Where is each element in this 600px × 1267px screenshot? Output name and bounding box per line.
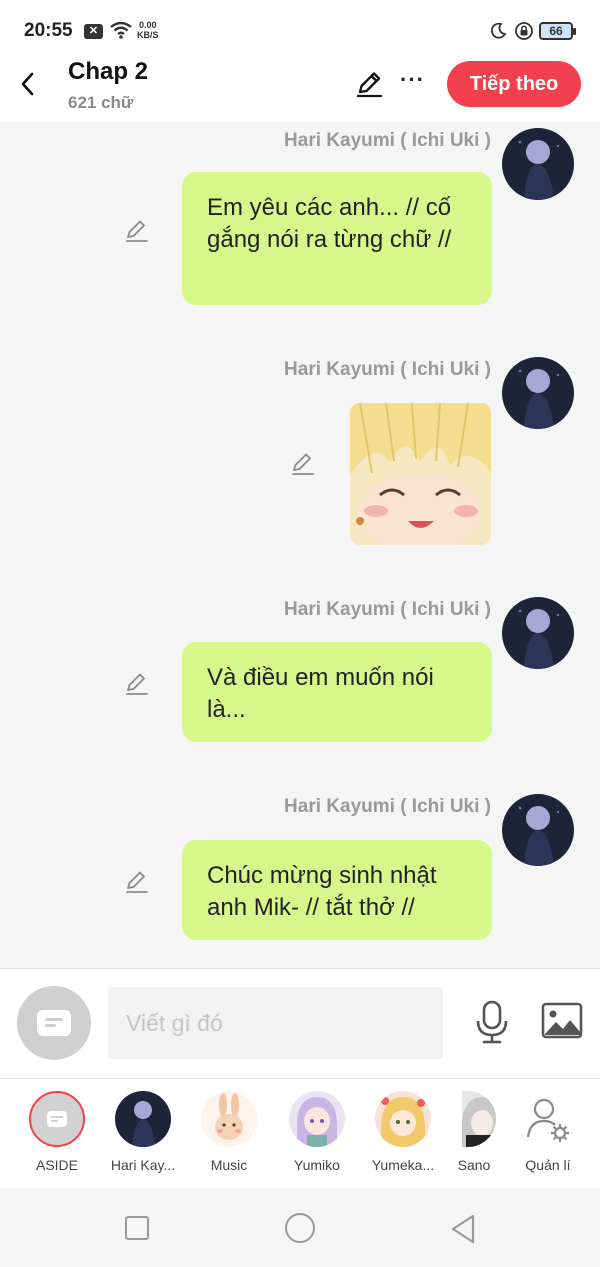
aside-character-avatar (29, 1091, 85, 1147)
battery-indicator: 66 (539, 22, 576, 40)
bunny-avatar-image (201, 1091, 257, 1147)
next-chapter-button[interactable]: Tiếp theo (447, 61, 581, 107)
avatar[interactable] (502, 357, 574, 429)
character-yumeka[interactable]: Yumeka... (360, 1091, 446, 1173)
aside-card-icon (47, 1111, 67, 1127)
character-avatar-image (502, 128, 574, 200)
aside-toggle-button[interactable] (17, 986, 91, 1060)
edit-message-icon[interactable] (124, 218, 150, 244)
character-music[interactable]: Music (186, 1091, 272, 1173)
chapter-header: Chap 2 621 chữ ··· Tiếp theo (0, 52, 600, 122)
character-avatar (375, 1091, 431, 1147)
character-label: Music (210, 1157, 248, 1173)
character-hari-kayumi[interactable]: Hari Kay... (100, 1091, 186, 1173)
aside-card-line (51, 1116, 63, 1118)
edit-message-icon[interactable] (124, 869, 150, 895)
avatar[interactable] (502, 794, 574, 866)
character-label: Hari Kay... (110, 1157, 176, 1173)
composer-bar (0, 968, 600, 1078)
character-avatar-image (115, 1091, 171, 1147)
message-sender-name: Hari Kayumi ( Ichi Uki ) (284, 130, 491, 151)
character-label: Quản lí (525, 1157, 571, 1173)
back-arrow-icon[interactable] (14, 66, 44, 102)
character-avatar (201, 1091, 257, 1147)
character-sano[interactable]: Sano (446, 1091, 502, 1173)
message-sender-name: Hari Kayumi ( Ichi Uki ) (284, 599, 491, 620)
recent-apps-icon[interactable] (125, 1216, 149, 1240)
image-icon[interactable] (541, 1002, 583, 1040)
character-selector: ASIDE Hari Kay... Music Yumiko Yumeka...… (0, 1078, 600, 1188)
back-triangle-icon[interactable] (449, 1213, 477, 1245)
wifi-icon (110, 21, 132, 39)
character-yumiko[interactable]: Yumiko (274, 1091, 360, 1173)
microphone-icon[interactable] (474, 999, 510, 1045)
moon-icon (490, 22, 507, 39)
rotation-lock-icon (515, 22, 533, 40)
anime-girl-laughing-image (350, 403, 491, 545)
character-avatar (289, 1091, 345, 1147)
message-input[interactable] (108, 987, 443, 1059)
avatar[interactable] (502, 128, 574, 200)
network-speed-unit: KB/S (137, 30, 159, 40)
character-label: Yumiko (294, 1157, 340, 1173)
character-avatar-image (502, 357, 574, 429)
message-bubble[interactable]: Em yêu các anh... // cố gắng nói ra từng… (182, 172, 492, 305)
message-sender-name: Hari Kayumi ( Ichi Uki ) (284, 359, 491, 380)
word-count: 621 chữ (68, 93, 134, 112)
home-icon[interactable] (285, 1213, 315, 1243)
aside-card-icon (37, 1010, 71, 1036)
notification-icon: ✕ (84, 24, 103, 39)
character-avatar-image (502, 597, 574, 669)
more-options-icon[interactable]: ··· (400, 68, 428, 98)
network-speed-value: 0.00 (138, 20, 157, 30)
network-speed: 0.00 KB/S (137, 20, 159, 40)
edit-message-icon[interactable] (290, 451, 316, 477)
message-list[interactable]: Hari Kayumi ( Ichi Uki ) Em yêu các anh.… (0, 122, 600, 968)
message-bubble[interactable]: Và điều em muốn nói là... (182, 642, 492, 742)
character-aside[interactable]: ASIDE (14, 1091, 100, 1173)
edit-message-icon[interactable] (124, 671, 150, 697)
status-time: 20:55 (24, 20, 73, 41)
message-image-sticker[interactable] (350, 403, 491, 545)
avatar[interactable] (502, 597, 574, 669)
character-avatar-image (375, 1091, 431, 1147)
character-avatar (462, 1091, 496, 1147)
message-bubble[interactable]: Chúc mừng sinh nhật anh Mik- // tắt thở … (182, 840, 492, 940)
character-label: ASIDE (35, 1157, 78, 1173)
character-avatar-image (462, 1091, 496, 1147)
manage-characters-button[interactable]: Quản lí (512, 1091, 584, 1173)
system-navigation-bar (0, 1188, 600, 1267)
character-avatar (115, 1091, 171, 1147)
character-label: Sano (457, 1157, 491, 1173)
character-label: Yumeka... (371, 1157, 435, 1173)
aside-card-line (51, 1120, 58, 1122)
character-avatar-image (502, 794, 574, 866)
edit-pencil-icon[interactable] (354, 69, 384, 99)
message-sender-name: Hari Kayumi ( Ichi Uki ) (284, 796, 491, 817)
user-gear-icon (526, 1098, 569, 1142)
character-avatar-image (289, 1091, 345, 1147)
chapter-title: Chap 2 (68, 58, 149, 85)
